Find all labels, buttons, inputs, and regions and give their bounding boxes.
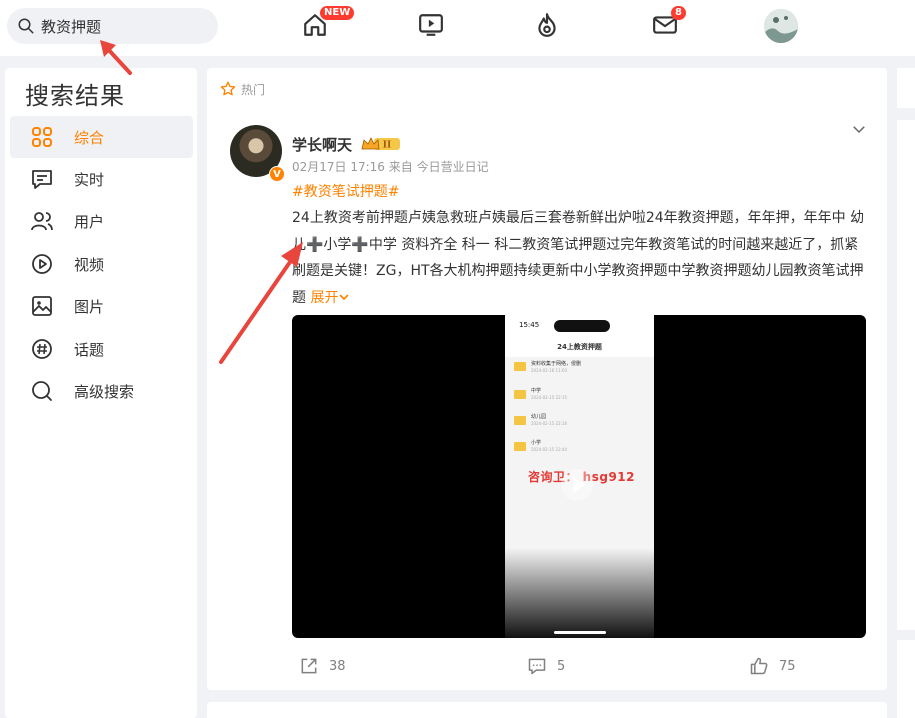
sidebar-item-label: 用户 [74,212,105,231]
author-name[interactable]: 学长啊天 [292,134,352,155]
share-count: 38 [329,658,346,674]
avatar-image [764,9,798,43]
video-play-icon [32,254,52,274]
folder-name: 资料收集于网络，侵删 [531,361,582,367]
post-card: 热门 V 学长啊天 II 02月17日 17:16 来自 今日营业日记 #教资笔… [207,68,887,690]
post-body: 24上教资考前押题卢姨急救班卢姨最后三套卷新鲜出炉啦24年教资押题，年年押，年年… [292,210,865,306]
folder-icon [514,416,526,425]
expand-label: 展开 [310,289,339,306]
svg-text:II: II [383,141,391,151]
folder-name: 中学 [531,388,542,394]
image-icon [32,296,52,316]
hot-label: 热门 [241,82,266,97]
sidebar-item-images[interactable]: 图片 [10,285,193,327]
sidebar-item-video[interactable]: 视频 [10,243,193,285]
share-icon [301,658,317,674]
sidebar-item-label: 综合 [74,128,105,147]
right-panel [897,120,915,630]
user-avatar[interactable] [764,9,798,43]
sidebar-item-label: 高级搜索 [74,382,135,401]
top-navbar: 教资押题 NEW 8 [0,0,915,56]
comment-count: 5 [557,658,566,674]
right-panel-bottom [897,640,915,718]
realtime-icon [32,170,52,189]
topic-hashtag-link[interactable]: #教资笔试押题# [292,181,399,201]
messages-button[interactable]: 8 [650,6,686,40]
post-text: 24上教资考前押题卢姨急救班卢姨最后三套卷新鲜出炉啦24年教资押题，年年押，年年… [292,205,867,311]
search-sidebar: 搜索结果 综合 实时 用户 视频 图片 话题 高级搜索 [5,68,197,718]
folder-date: 2024-02-16 11:03 [531,368,568,373]
folder-date: 2024-02-15 22:44 [531,447,568,452]
home-button[interactable]: NEW [300,6,355,40]
phone-screen-title: 24上教资押题 [505,337,654,357]
share-button[interactable]: 38 [299,656,346,676]
hot-nav-button[interactable] [532,10,562,40]
sidebar-item-users[interactable]: 用户 [10,200,193,242]
chevron-down-icon [339,293,350,300]
folder-date: 2024-02-15 22:15 [531,395,568,400]
message-count-badge: 8 [671,6,686,20]
sidebar-title: 搜索结果 [25,82,125,110]
dynamic-island [554,320,610,332]
expand-link[interactable]: 展开 [310,290,350,306]
like-count: 75 [779,658,796,674]
like-button[interactable]: 75 [749,656,796,676]
flame-icon [538,13,556,37]
folder-icon [514,362,526,371]
sidebar-item-label: 话题 [74,340,105,359]
search-icon [18,18,34,34]
sidebar-item-realtime[interactable]: 实时 [10,158,193,200]
hot-tag: 热门 [219,80,265,98]
hashtag-icon [32,339,52,359]
folder-icon [514,442,526,451]
folder-name: 幼儿园 [531,414,547,420]
sidebar-item-label: 图片 [74,297,105,316]
search-input[interactable]: 教资押题 [7,8,218,44]
folder-icon [514,390,526,399]
vip-crown-icon: II [361,137,400,151]
phone-fade [505,548,654,638]
video-nav-button[interactable] [416,10,446,40]
post-meta: 02月17日 17:16 来自 今日营业日记 [292,160,489,174]
chevron-down-icon[interactable] [850,120,868,138]
sidebar-item-all[interactable]: 综合 [10,116,193,158]
tv-play-icon [419,14,443,36]
home-indicator [554,631,606,634]
comment-icon [528,658,546,675]
thumbs-up-icon [750,657,768,675]
search-query: 教资押题 [41,17,102,36]
grid-icon [32,127,52,147]
sidebar-item-advanced-search[interactable]: 高级搜索 [10,370,193,412]
folder-name: 小学 [531,440,542,446]
star-icon [220,81,236,96]
next-post-card [207,702,887,718]
users-icon [31,212,53,231]
comment-button[interactable]: 5 [527,656,565,676]
sidebar-item-label: 实时 [74,170,105,189]
verified-badge: V [269,166,285,182]
sidebar-item-label: 视频 [74,255,105,274]
search-icon [32,381,52,401]
right-panel-top [897,68,915,108]
sidebar-item-topics[interactable]: 话题 [10,328,193,370]
home-new-badge: NEW [320,6,355,20]
video-player[interactable]: 15:45 24上教资押题 资料收集于网络，侵删 2024-02-16 11:0… [292,315,866,638]
play-button[interactable] [561,469,593,501]
folder-date: 2024-02-15 22:16 [531,421,568,426]
